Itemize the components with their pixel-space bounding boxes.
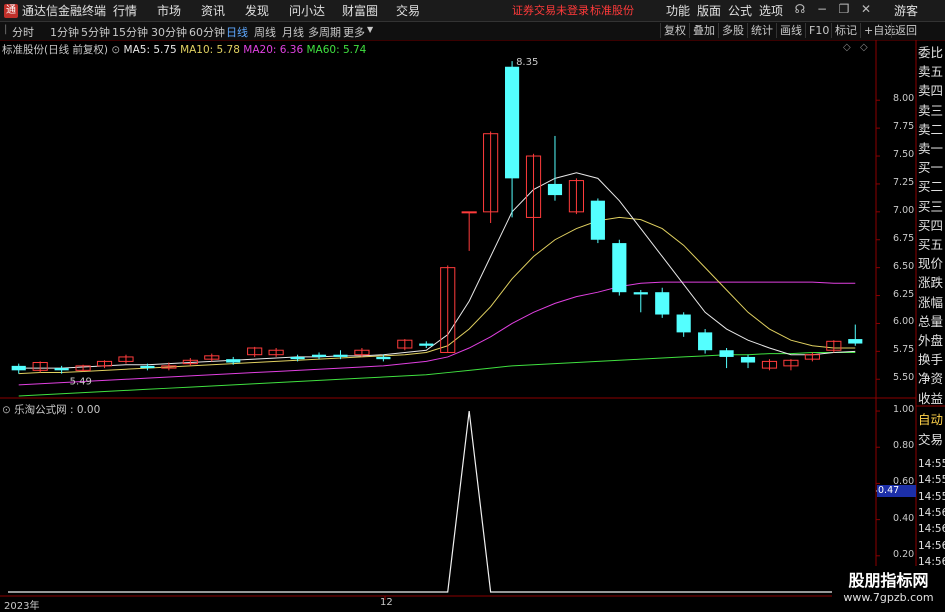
cursor-value-box: 0.47 (877, 485, 916, 497)
candle-body (311, 354, 327, 357)
quote-field-label: 委比 (918, 45, 944, 60)
quote-field-label: 卖二 (918, 121, 944, 137)
watermark: 股朋指标网 www.7gpzb.com (832, 566, 945, 609)
candle-body (11, 365, 26, 371)
quote-field-label: 外盘 (918, 333, 944, 348)
high-price-label: 8.35 (516, 57, 538, 68)
auto-trade-label[interactable]: 自动 (918, 411, 945, 429)
y-tick-label: 5.50 (893, 372, 915, 384)
quote-field-label: 总量 (918, 313, 944, 329)
y-tick-label: 6.00 (893, 316, 915, 328)
tick-time: 14:56 (918, 506, 945, 519)
candle-body (547, 183, 563, 196)
candle-body (419, 343, 434, 346)
sub-y-tick-label: 1.00 (893, 404, 915, 416)
candle-body (140, 365, 155, 369)
candle-body (226, 359, 241, 363)
y-tick-label: 5.75 (893, 344, 915, 356)
quote-field-label: 买五 (918, 237, 944, 252)
watermark-title: 股朋指标网 (848, 571, 929, 590)
quote-field-label: 卖四 (918, 83, 944, 99)
ma5-line (18, 172, 856, 369)
watermark-url: www.7gpzb.com (843, 591, 934, 604)
candle-body (740, 356, 756, 363)
candle-body (848, 339, 863, 344)
y-tick-label: 6.50 (893, 260, 915, 272)
candle-body (376, 356, 391, 360)
tick-time: 14:56 (918, 523, 945, 536)
quote-field-label: 换手 (918, 352, 944, 368)
kline-chart[interactable]: 8.35 5.49 (0, 0, 945, 609)
y-tick-label: 7.50 (893, 149, 915, 161)
candle-body (612, 243, 627, 293)
candle-body (461, 211, 477, 214)
trade-label[interactable]: 交易 (918, 431, 945, 449)
candle-body (676, 314, 691, 333)
tick-time: 14:55 (918, 458, 945, 470)
sub-y-tick-label: 0.40 (893, 512, 915, 524)
quote-field-label: 买二 (918, 179, 944, 195)
y-tick-label: 6.75 (893, 232, 915, 244)
quote-field-label: 卖一 (918, 141, 944, 156)
low-price-label: 5.49 (70, 376, 92, 387)
sub-y-tick-label: 0.20 (893, 548, 915, 560)
sub-indicator-label[interactable]: 乐淘公式网 : 0.00 (14, 404, 100, 416)
quote-field-label: 净资 (918, 371, 944, 387)
tick-time: 14:55 (918, 490, 945, 503)
y-tick-label: 6.25 (893, 288, 915, 300)
quote-field-label: 买三 (918, 198, 944, 214)
quote-field-label: 卖五 (918, 64, 944, 80)
candle-body (655, 292, 670, 315)
candle-body (633, 292, 648, 295)
candle-body (719, 350, 734, 357)
quote-field-label: 买一 (918, 160, 944, 176)
sub-chart-legend: ⊙ 乐淘公式网 : 0.00 (2, 402, 100, 417)
candle-body (504, 66, 520, 179)
candle-body (333, 354, 348, 357)
candle-body (590, 200, 605, 240)
x-label-year: 2023年 (4, 601, 40, 612)
sub-settings-icon[interactable]: ⊙ (2, 404, 11, 416)
tick-time: 14:55 (918, 474, 945, 487)
tick-time: 14:56 (918, 539, 945, 552)
sub-y-tick-label: 0.80 (893, 440, 915, 452)
indicator-line (8, 410, 866, 593)
quote-field-label: 卖三 (918, 102, 944, 118)
candle-body (698, 332, 713, 351)
y-tick-label: 8.00 (893, 93, 915, 105)
quote-field-label: 现价 (918, 256, 944, 272)
y-tick-label: 7.00 (893, 204, 915, 216)
quote-field-label: 收益 (918, 390, 944, 406)
quote-field-label: 买四 (918, 217, 944, 233)
y-tick-label: 7.75 (893, 121, 915, 133)
candle-body (54, 368, 69, 371)
quote-field-label: 涨跌 (918, 275, 944, 291)
candle-body (290, 356, 305, 360)
quote-field-label: 涨幅 (918, 294, 944, 310)
ma20-line (18, 281, 856, 386)
x-label-month: 12 (380, 597, 393, 608)
y-tick-label: 7.25 (893, 176, 915, 188)
